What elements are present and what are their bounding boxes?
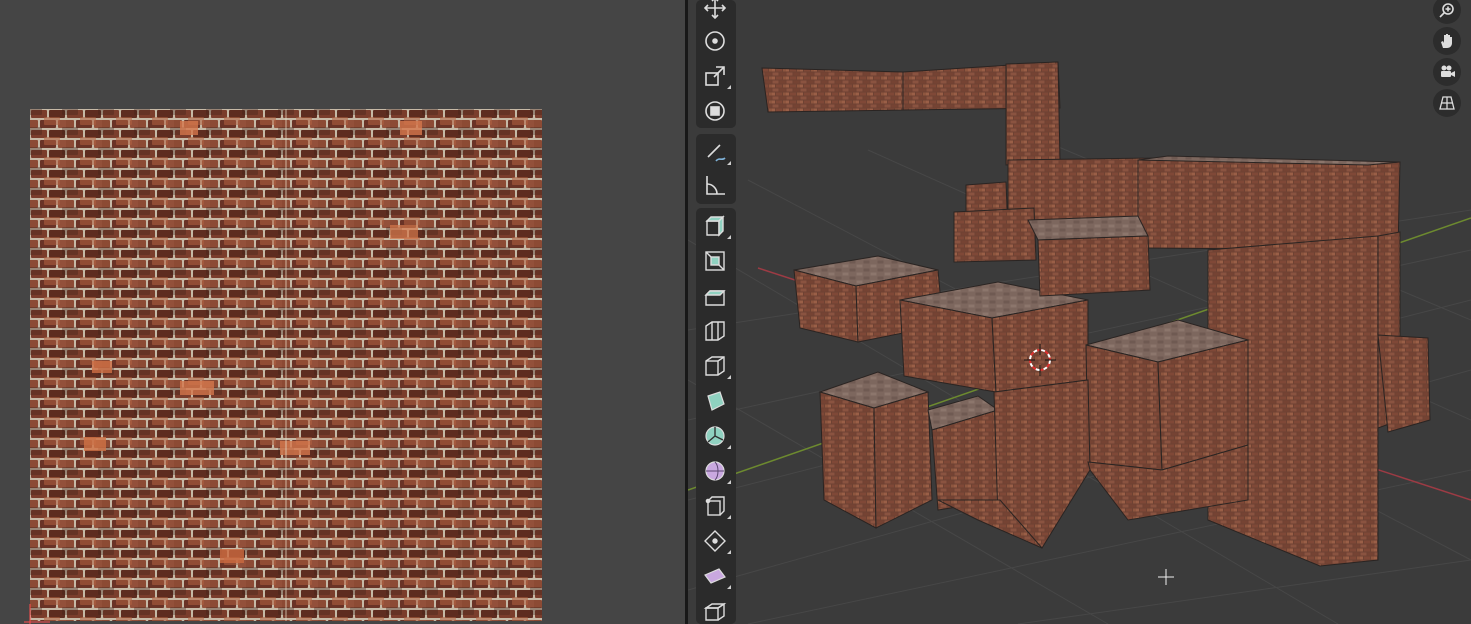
brick-texture-image[interactable] <box>30 109 542 621</box>
spin-icon <box>705 461 725 481</box>
hand-pan-icon <box>1441 34 1452 48</box>
rotate-tool-button[interactable] <box>696 25 734 57</box>
inset-faces-icon <box>704 290 726 306</box>
add-cube-icon <box>705 215 725 237</box>
measure-tool-button[interactable] <box>696 170 734 202</box>
poly-build-icon <box>705 426 725 446</box>
extrude-region-tool-button[interactable] <box>696 245 734 277</box>
transform-icon <box>705 101 725 121</box>
edge-slide-tool-button[interactable] <box>696 525 734 557</box>
poly-build-tool-button[interactable] <box>696 420 734 452</box>
loop-cut-tool-button[interactable] <box>696 350 734 382</box>
measure-icon <box>706 176 725 195</box>
edge-slide-icon <box>704 530 726 552</box>
knife-icon <box>707 391 725 411</box>
inset-faces-tool-button[interactable] <box>696 280 734 312</box>
smooth-icon <box>705 496 725 516</box>
shrink-fatten-icon <box>704 568 726 584</box>
pan-button[interactable] <box>1433 27 1461 55</box>
loop-cut-icon <box>705 356 725 376</box>
zoom-icon <box>1439 3 1454 18</box>
move-icon <box>703 0 727 20</box>
transform-tool-button[interactable] <box>696 95 734 127</box>
rotate-icon <box>705 31 725 51</box>
shrink-fatten-tool-button[interactable] <box>696 560 734 592</box>
smooth-tool-button[interactable] <box>696 490 734 522</box>
bevel-tool-button[interactable] <box>696 315 734 347</box>
mouse-crosshair-icon <box>1158 569 1174 585</box>
camera-view-button[interactable] <box>1433 58 1461 86</box>
uv-editor[interactable] <box>0 0 685 624</box>
move-tool-button[interactable] <box>696 0 734 24</box>
spin-tool-button[interactable] <box>696 455 734 487</box>
uv-origin-icon <box>24 604 50 624</box>
perspective-toggle-button[interactable] <box>1433 89 1461 117</box>
add-cube-tool-button[interactable] <box>696 210 734 242</box>
3d-viewport[interactable] <box>688 0 1471 624</box>
annotate-icon <box>707 144 726 162</box>
grid-perspective-icon <box>1439 96 1455 110</box>
camera-icon <box>1441 65 1455 77</box>
brick-mesh-object[interactable] <box>761 61 1431 567</box>
viewport-scene[interactable] <box>688 0 1471 624</box>
scale-tool-button[interactable] <box>696 60 734 92</box>
bevel-icon <box>705 321 725 341</box>
shear-icon <box>703 602 727 621</box>
shear-tool-button[interactable] <box>696 595 734 624</box>
scale-icon <box>705 66 725 86</box>
extrude-region-icon <box>705 251 725 271</box>
knife-tool-button[interactable] <box>696 385 734 417</box>
annotate-tool-button[interactable] <box>696 136 734 168</box>
